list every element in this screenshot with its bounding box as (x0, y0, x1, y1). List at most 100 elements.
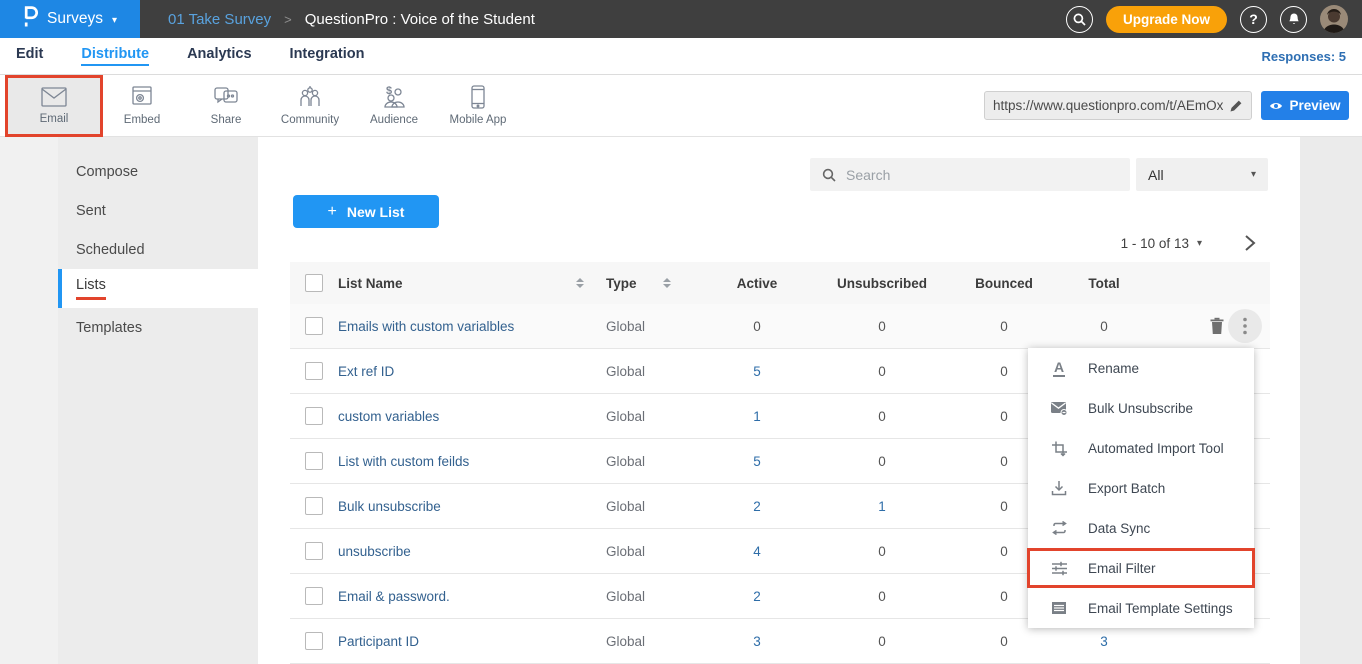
upgrade-now-button[interactable]: Upgrade Now (1106, 6, 1227, 33)
menu-item-export-batch[interactable]: Export Batch (1028, 468, 1254, 508)
new-list-button[interactable]: + New List (293, 195, 439, 228)
active-count[interactable]: 5 (702, 454, 812, 469)
channel-embed[interactable]: Embed (100, 78, 184, 134)
edit-url-button[interactable] (1229, 99, 1243, 113)
row-checkbox[interactable] (305, 587, 323, 605)
list-name-link[interactable]: Bulk unsubscribe (338, 499, 441, 514)
channel-share[interactable]: Share (184, 78, 268, 134)
active-count[interactable]: 2 (702, 589, 812, 604)
responses-count-link[interactable]: Responses: 5 (1261, 49, 1346, 64)
active-count[interactable]: 1 (702, 409, 812, 424)
menu-item-label: Email Filter (1088, 561, 1156, 576)
avatar[interactable] (1320, 5, 1348, 33)
filter-value: All (1148, 167, 1164, 183)
row-type: Global (598, 544, 702, 559)
chevron-down-icon: ▾ (112, 15, 117, 26)
preview-button[interactable]: Preview (1261, 91, 1349, 120)
list-name-link[interactable]: Ext ref ID (338, 364, 394, 379)
next-page-button[interactable] (1244, 234, 1256, 252)
sidebar-item-compose[interactable]: Compose (58, 152, 258, 191)
menu-item-bulk-unsubscribe[interactable]: Bulk Unsubscribe (1028, 388, 1254, 428)
active-count[interactable]: 4 (702, 544, 812, 559)
list-name-link[interactable]: Email & password. (338, 589, 450, 604)
unsubscribed-count: 0 (812, 409, 952, 424)
row-checkbox[interactable] (305, 497, 323, 515)
survey-tabs: Edit Distribute Analytics Integration Re… (0, 38, 1362, 75)
channel-mobile-app[interactable]: Mobile App (436, 78, 520, 134)
sort-icon[interactable] (576, 278, 584, 288)
left-gutter (0, 137, 58, 664)
menu-item-email-filter[interactable]: Email Filter (1028, 548, 1254, 588)
delete-list-button[interactable] (1209, 317, 1225, 335)
menu-item-automated-import-tool[interactable]: Automated Import Tool (1028, 428, 1254, 468)
menu-item-rename[interactable]: A Rename (1028, 348, 1254, 388)
tab-edit[interactable]: Edit (16, 46, 43, 66)
email-template-settings-icon (1050, 601, 1068, 615)
list-name-link[interactable]: List with custom feilds (338, 454, 469, 469)
list-name-link[interactable]: custom variables (338, 409, 439, 424)
row-type: Global (598, 499, 702, 514)
rename-icon: A (1050, 360, 1068, 377)
list-name-link[interactable]: Emails with custom varialbles (338, 319, 514, 334)
channel-label: Mobile App (450, 114, 507, 126)
sidebar-item-scheduled[interactable]: Scheduled (58, 230, 258, 269)
pagination-range: 1 - 10 of 13 (1121, 236, 1189, 251)
menu-item-data-sync[interactable]: Data Sync (1028, 508, 1254, 548)
pagination: 1 - 10 of 13 ▾ (258, 234, 1256, 252)
unsubscribed-count[interactable]: 1 (812, 499, 952, 514)
sidebar-item-sent[interactable]: Sent (58, 191, 258, 230)
total-count[interactable]: 3 (1056, 634, 1152, 649)
chevron-down-icon: ▾ (1251, 169, 1256, 180)
row-checkbox[interactable] (305, 632, 323, 650)
tab-analytics[interactable]: Analytics (187, 46, 251, 66)
channel-list: Email Embed Share Community $ Audience M… (8, 75, 520, 136)
menu-item-email-template-settings[interactable]: Email Template Settings (1028, 588, 1254, 628)
col-list-name: List Name (338, 276, 403, 291)
active-count[interactable]: 2 (702, 499, 812, 514)
tab-integration[interactable]: Integration (290, 46, 365, 66)
row-checkbox[interactable] (305, 542, 323, 560)
search-button[interactable] (1066, 6, 1093, 33)
bulk-unsubscribe-icon (1050, 401, 1068, 416)
survey-url-box (984, 91, 1252, 120)
help-button[interactable]: ? (1240, 6, 1267, 33)
channel-audience[interactable]: $ Audience (352, 78, 436, 134)
list-name-link[interactable]: Participant ID (338, 634, 419, 649)
survey-url-input[interactable] (993, 98, 1223, 113)
questionpro-logo-icon (23, 6, 38, 32)
select-all-checkbox[interactable] (305, 274, 323, 292)
topbar-actions: Upgrade Now ? (1066, 5, 1362, 33)
pagination-range-dropdown[interactable]: 1 - 10 of 13 ▾ (1121, 236, 1202, 251)
product-name: Surveys (47, 10, 103, 28)
menu-item-label: Export Batch (1088, 481, 1165, 496)
list-name-link[interactable]: unsubscribe (338, 544, 411, 559)
row-checkbox[interactable] (305, 452, 323, 470)
sidebar-item-templates[interactable]: Templates (58, 308, 258, 347)
unsubscribed-count: 0 (812, 319, 952, 334)
row-type: Global (598, 319, 702, 334)
row-checkbox[interactable] (305, 407, 323, 425)
breadcrumb: 01 Take Survey > QuestionPro : Voice of … (168, 11, 535, 28)
breadcrumb-folder-link[interactable]: 01 Take Survey (168, 11, 271, 28)
bounced-count: 0 (952, 634, 1056, 649)
row-checkbox[interactable] (305, 317, 323, 335)
row-checkbox[interactable] (305, 362, 323, 380)
channel-email[interactable]: Email (8, 78, 100, 134)
active-count[interactable]: 5 (702, 364, 812, 379)
surveys-menu[interactable]: Surveys ▾ (0, 0, 140, 38)
tab-distribute[interactable]: Distribute (81, 46, 149, 66)
eye-icon (1269, 101, 1283, 111)
menu-item-label: Rename (1088, 361, 1139, 376)
sort-icon[interactable] (663, 278, 671, 288)
breadcrumb-separator: > (284, 12, 292, 27)
search-input[interactable] (846, 167, 1118, 183)
filter-row: All ▾ (258, 158, 1268, 191)
list-filter-dropdown[interactable]: All ▾ (1136, 158, 1268, 191)
channel-community[interactable]: Community (268, 78, 352, 134)
export-batch-icon (1050, 480, 1068, 496)
sidebar-item-lists[interactable]: Lists (58, 269, 258, 308)
row-menu-button[interactable] (1228, 309, 1262, 343)
active-count[interactable]: 3 (702, 634, 812, 649)
notifications-button[interactable] (1280, 6, 1307, 33)
bell-icon (1287, 12, 1301, 26)
